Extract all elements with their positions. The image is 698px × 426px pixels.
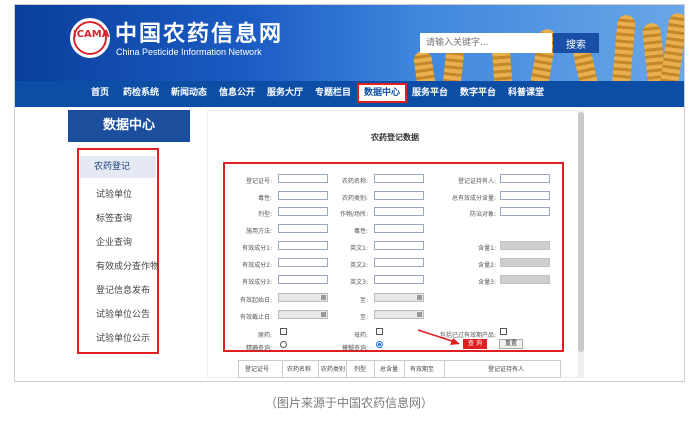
label-formulation: 剂型: bbox=[257, 211, 272, 218]
label-toxicity: 毒性: bbox=[257, 195, 272, 202]
exact-query-radio[interactable] bbox=[280, 341, 287, 348]
label-holder: 登记证持有人: bbox=[457, 178, 496, 185]
sidebar-item-pesticide-registration[interactable]: 农药登记 bbox=[80, 156, 156, 178]
table-col-divider bbox=[318, 360, 319, 378]
label-include-expired: 包括已过有效期产品: bbox=[439, 332, 496, 339]
panel-title: 农药登记数据 bbox=[371, 133, 419, 142]
search-input[interactable] bbox=[420, 33, 552, 53]
end-date-end-picker[interactable] bbox=[374, 310, 424, 319]
nav-item-service-hall[interactable]: 服务大厅 bbox=[267, 80, 303, 106]
label-pesticide-name: 农药名称: bbox=[341, 178, 368, 185]
label-toxicity-2: 毒性: bbox=[353, 228, 368, 235]
logo-mark-text: ICAMA bbox=[73, 29, 110, 40]
nav-item-service-platform[interactable]: 服务平台 bbox=[412, 80, 448, 106]
category-input[interactable] bbox=[374, 191, 424, 200]
search-button[interactable]: 搜索 bbox=[553, 33, 599, 53]
nav-item-science[interactable]: 科普课堂 bbox=[508, 80, 544, 106]
nav-item-inspection[interactable]: 药检系统 bbox=[123, 80, 159, 106]
table-col-divider bbox=[346, 360, 347, 378]
sidebar-item-test-units[interactable]: 试验单位 bbox=[96, 187, 132, 200]
technical-checkbox[interactable] bbox=[280, 328, 287, 335]
sidebar-title: 数据中心 bbox=[68, 110, 190, 142]
label-content2: 含量2: bbox=[478, 262, 496, 269]
label-component2: 有效成分2: bbox=[242, 262, 272, 269]
en1-input[interactable] bbox=[374, 241, 424, 250]
reset-button[interactable]: 重置 bbox=[499, 339, 523, 349]
nav-item-data-center[interactable]: 数据中心 bbox=[357, 83, 408, 103]
sidebar-item-label-search[interactable]: 标签查询 bbox=[96, 211, 132, 224]
table-header-formulation: 剂型 bbox=[354, 366, 367, 373]
table-col-divider bbox=[282, 360, 283, 378]
table-header-category: 农药类别 bbox=[321, 366, 346, 373]
sidebar-item-company-search[interactable]: 企业查询 bbox=[96, 235, 132, 248]
label-reg-no: 登记证号: bbox=[245, 178, 272, 185]
site-title: 中国农药信息网 bbox=[115, 22, 284, 47]
total-content-input[interactable] bbox=[500, 191, 550, 200]
nav-item-topics[interactable]: 专题栏目 bbox=[315, 80, 351, 106]
site-logo[interactable]: ICAMA bbox=[70, 18, 110, 58]
site-subtitle: China Pesticide Information Network bbox=[116, 47, 262, 57]
label-en2: 英文2: bbox=[350, 262, 368, 269]
mother-checkbox[interactable] bbox=[376, 328, 383, 335]
sidebar-item-registration-release[interactable]: 登记信息发布 bbox=[96, 283, 150, 296]
nav-item-news[interactable]: 新闻动态 bbox=[171, 80, 207, 106]
label-content3: 含量3: bbox=[478, 279, 496, 286]
content1-input[interactable] bbox=[500, 241, 550, 250]
content3-input[interactable] bbox=[500, 275, 550, 284]
table-header-total-content: 总含量 bbox=[380, 366, 399, 373]
label-mother: 母药: bbox=[353, 332, 368, 339]
image-caption: （图片来源于中国农药信息网） bbox=[264, 396, 433, 410]
target-input[interactable] bbox=[500, 207, 550, 216]
en3-input[interactable] bbox=[374, 275, 424, 284]
label-to-2: 至: bbox=[359, 314, 368, 321]
fuzzy-query-radio[interactable] bbox=[376, 341, 383, 348]
holder-input[interactable] bbox=[500, 174, 550, 183]
query-button[interactable]: 查 询 bbox=[463, 339, 487, 349]
table-header-valid-until: 有效期至 bbox=[410, 366, 435, 373]
label-en1: 英文1: bbox=[350, 245, 368, 252]
label-crop-site: 作物/场所: bbox=[339, 211, 368, 218]
label-start-date: 有效起始日: bbox=[239, 297, 272, 304]
scrollbar-thumb[interactable] bbox=[578, 112, 584, 352]
label-fuzzy-query: 模糊查询: bbox=[341, 345, 368, 352]
table-col-divider bbox=[374, 360, 375, 378]
label-component1: 有效成分1: bbox=[242, 245, 272, 252]
pesticide-name-input[interactable] bbox=[374, 174, 424, 183]
nav-item-disclosure[interactable]: 信息公开 bbox=[219, 80, 255, 106]
nav-item-digital-platform[interactable]: 数字平台 bbox=[460, 80, 496, 106]
label-end-date: 有效截止日: bbox=[239, 314, 272, 321]
sidebar-item-unit-publicity[interactable]: 试验单位公示 bbox=[96, 331, 150, 344]
label-technical: 原药: bbox=[257, 332, 272, 339]
label-target: 防治对象: bbox=[469, 211, 496, 218]
sidebar-item-unit-announcement[interactable]: 试验单位公告 bbox=[96, 307, 150, 320]
nav-item-home[interactable]: 首页 bbox=[91, 80, 109, 106]
table-col-divider bbox=[404, 360, 405, 378]
label-exact-query: 精确查询: bbox=[245, 345, 272, 352]
wheat-decoration bbox=[412, 49, 436, 81]
table-col-divider bbox=[444, 360, 445, 378]
table-header-reg-no: 登记证号 bbox=[245, 366, 270, 373]
sidebar-highlight-box bbox=[77, 148, 159, 354]
table-header-holder: 登记证持有人 bbox=[488, 366, 525, 373]
label-category: 农药类别: bbox=[341, 195, 368, 202]
sidebar-item-ingredient-crop[interactable]: 有效成分查作物 bbox=[96, 259, 159, 272]
toxicity-2-input[interactable] bbox=[374, 224, 424, 233]
include-expired-checkbox[interactable] bbox=[500, 328, 507, 335]
table-header-name: 农药名称 bbox=[287, 366, 312, 373]
label-total-content: 总有效成分含量: bbox=[451, 195, 496, 202]
wheat-decoration bbox=[660, 12, 684, 81]
wheat-decoration bbox=[611, 14, 637, 81]
start-date-end-picker[interactable] bbox=[374, 293, 424, 302]
crop-site-input[interactable] bbox=[374, 207, 424, 216]
label-content1: 含量1: bbox=[478, 245, 496, 252]
en2-input[interactable] bbox=[374, 258, 424, 267]
label-en3: 英文3: bbox=[350, 279, 368, 286]
label-component3: 有效成分3: bbox=[242, 279, 272, 286]
label-to-1: 至: bbox=[359, 297, 368, 304]
content2-input[interactable] bbox=[500, 258, 550, 267]
label-method: 施用方法: bbox=[245, 228, 272, 235]
